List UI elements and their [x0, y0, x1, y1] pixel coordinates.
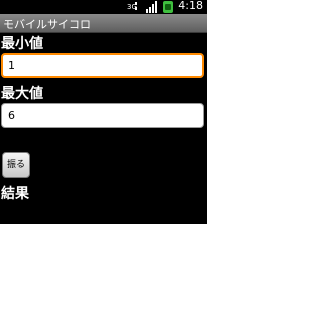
min-value-field[interactable]: 1 — [1, 53, 204, 78]
max-value-field[interactable]: 6 — [1, 103, 204, 128]
max-value-label: 最大値 — [1, 86, 43, 102]
main-content: 最小値 1 最大値 6 振る 結果 — [0, 33, 207, 224]
app-title-bar: モバイルサイコロ — [0, 14, 207, 33]
status-bar: 3G 4:18 — [0, 0, 207, 14]
battery-icon — [163, 1, 173, 13]
min-value-label: 最小値 — [1, 36, 43, 52]
signal-strength-icon — [146, 1, 157, 13]
3g-signal-icon: 3G — [126, 1, 140, 13]
status-time: 4:18 — [178, 0, 203, 12]
result-label: 結果 — [1, 186, 29, 202]
app-title: モバイルサイコロ — [3, 18, 91, 31]
roll-button[interactable]: 振る — [2, 152, 30, 178]
